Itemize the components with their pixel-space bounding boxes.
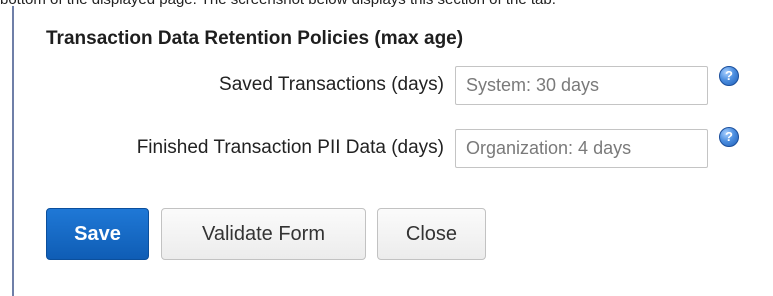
validate-form-button[interactable]: Validate Form	[161, 208, 366, 260]
saved-transactions-label: Saved Transactions (days)	[219, 74, 444, 95]
finished-transaction-pii-help-icon[interactable]: ?	[719, 127, 739, 147]
save-button[interactable]: Save	[46, 208, 149, 260]
finished-transaction-pii-label: Finished Transaction PII Data (days)	[136, 137, 444, 158]
close-button[interactable]: Close	[377, 208, 486, 260]
section-title: Transaction Data Retention Policies (max…	[46, 28, 464, 49]
section-left-rule	[12, 6, 14, 296]
saved-transactions-input[interactable]	[455, 66, 708, 105]
page-caption-text: bottom of the displayed page. The screen…	[0, 0, 556, 8]
saved-transactions-help-icon[interactable]: ?	[719, 66, 739, 86]
finished-transaction-pii-input[interactable]	[455, 129, 708, 168]
